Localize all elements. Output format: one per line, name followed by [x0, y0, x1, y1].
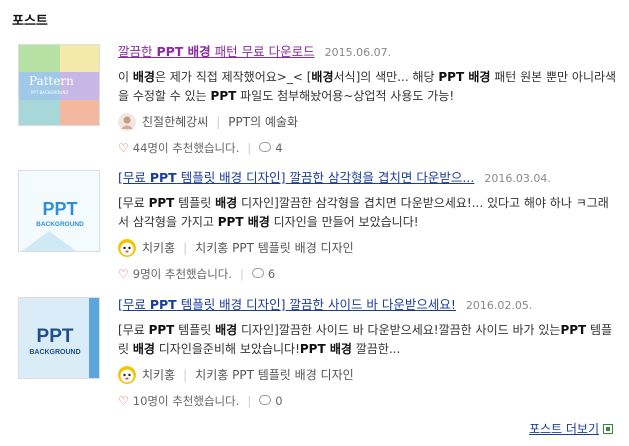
comment-count[interactable]: 4: [275, 140, 282, 156]
thumbnail-image: Pattern PPT BACKGROUND: [19, 45, 99, 125]
like-count: 9명이 추천했습니다.: [132, 267, 233, 281]
author-avatar[interactable]: [118, 113, 136, 131]
external-window-icon: [603, 423, 613, 434]
thumbnail-image: PPT BACKGROUND: [19, 298, 99, 378]
comment-icon[interactable]: [259, 142, 272, 152]
thumb-sub: BACKGROUND: [29, 349, 80, 356]
post-thumbnail[interactable]: PPT BACKGROUND: [18, 297, 100, 379]
thumb-text: Pattern: [29, 74, 74, 88]
post-item: Pattern PPT BACKGROUND 깔끔한 PPT 배경 패턴 무료 …: [18, 44, 618, 156]
comment-icon[interactable]: [251, 268, 264, 278]
blog-name[interactable]: 치키홍 PPT 템플릿 배경 디자인: [195, 238, 354, 258]
thumb-text: PPT: [37, 326, 74, 347]
post-thumbnail[interactable]: Pattern PPT BACKGROUND: [18, 44, 100, 126]
comment-icon[interactable]: [259, 395, 272, 405]
post-date: 2016.03.04.: [484, 172, 551, 185]
post-item: PPT BACKGROUND [무료 PPT 템플릿 배경 디자인] 깔끔한 사…: [18, 297, 618, 409]
divider: |: [183, 241, 188, 255]
blog-name[interactable]: PPT의 예술화: [228, 112, 298, 132]
post-date: 2016.02.05.: [465, 299, 533, 312]
post-date: 2015.06.07.: [324, 46, 392, 59]
author-avatar[interactable]: [118, 366, 136, 384]
post-summary: [무료 PPT 템플릿 배경 디자인]깔끔한 사이드 바 다운받으세요!깔끔한 …: [118, 323, 613, 356]
post-item: PPT BACKGROUND [무료 PPT 템플릿 배경 디자인] 깔끔한 삼…: [18, 170, 618, 282]
comment-count[interactable]: 0: [275, 393, 282, 409]
post-summary: 이 배경은 제가 직접 제작했어요>_< [배경서식]의 색만... 해당 PP…: [118, 70, 617, 103]
heart-icon[interactable]: ♡: [118, 266, 129, 282]
divider: |: [247, 394, 252, 408]
heart-icon[interactable]: ♡: [118, 393, 129, 409]
post-summary: [무료 PPT 템플릿 배경 디자인]깔끔한 삼각형을 겹치면 다운받으세요!.…: [118, 196, 609, 229]
author-name[interactable]: 치키홍: [142, 365, 175, 385]
heart-icon[interactable]: ♡: [118, 140, 129, 156]
author-avatar[interactable]: [118, 239, 136, 257]
like-count: 10명이 추천했습니다.: [132, 394, 240, 408]
thumb-sub: PPT BACKGROUND: [31, 90, 68, 95]
author-name[interactable]: 친절한혜강씨: [142, 112, 208, 132]
divider: |: [216, 115, 221, 129]
author-name[interactable]: 치키홍: [142, 238, 175, 258]
thumb-sub: BACKGROUND: [36, 221, 84, 228]
post-title-link[interactable]: [무료 PPT 템플릿 배경 디자인] 깔끔한 사이드 바 다운받으세요!: [118, 297, 456, 312]
divider: |: [183, 368, 188, 382]
thumbnail-image: PPT BACKGROUND: [19, 171, 99, 251]
post-title-link[interactable]: 깔끔한 PPT 배경 패턴 무료 다운로드: [118, 44, 315, 59]
more-posts-link[interactable]: 포스트 더보기: [529, 420, 613, 437]
thumb-text: PPT: [42, 199, 77, 219]
section-title: 포스트: [12, 14, 48, 29]
post-title-link[interactable]: [무료 PPT 템플릿 배경 디자인] 깔끔한 삼각형을 겹치면 다운받으...: [118, 170, 474, 185]
divider: |: [247, 141, 252, 155]
post-thumbnail[interactable]: PPT BACKGROUND: [18, 170, 100, 252]
like-count: 44명이 추천했습니다.: [132, 141, 240, 155]
divider: |: [240, 267, 244, 281]
blog-name[interactable]: 치키홍 PPT 템플릿 배경 디자인: [195, 365, 354, 385]
comment-count[interactable]: 6: [268, 266, 275, 282]
